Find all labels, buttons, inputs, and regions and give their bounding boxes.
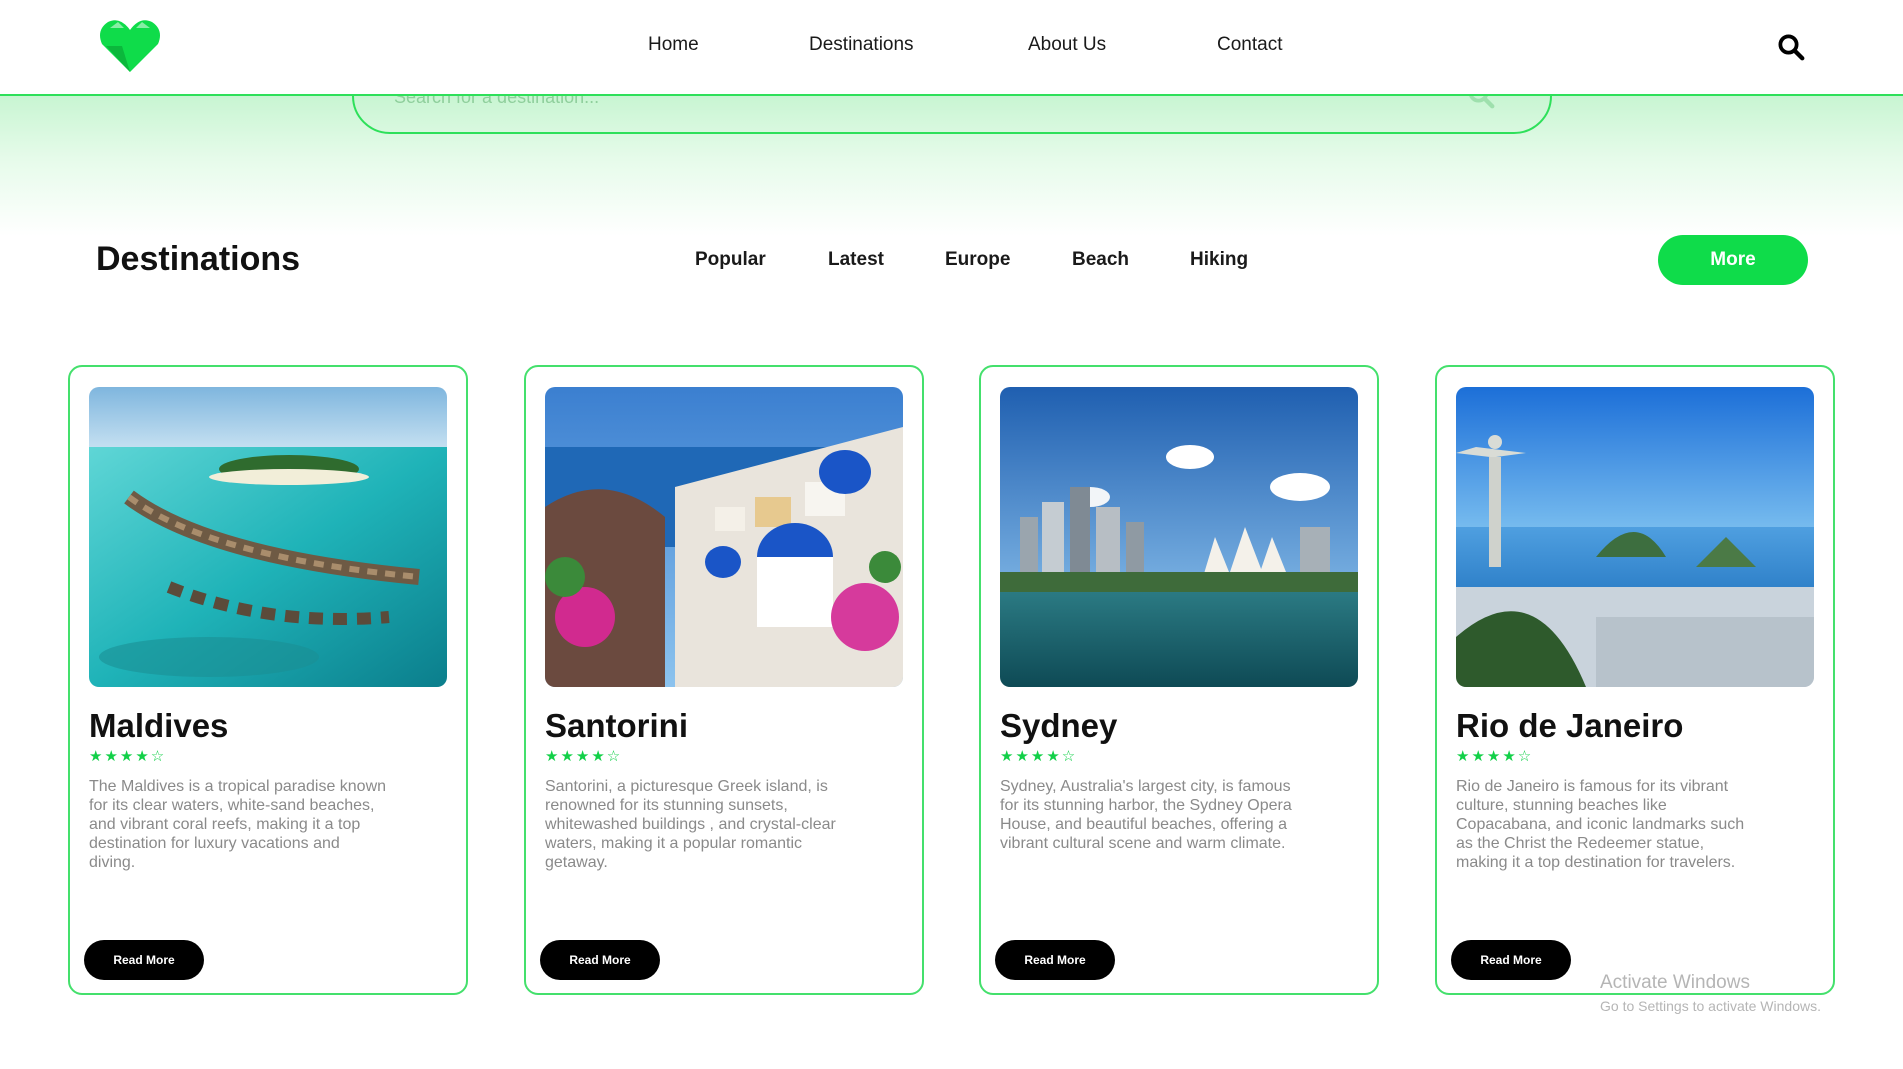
- destination-card-rio-de-janeiro: Rio de Janeiro ★★★★☆ Rio de Janeiro is f…: [1435, 365, 1835, 995]
- nav-contact[interactable]: Contact: [1217, 34, 1282, 56]
- nav-destinations[interactable]: Destinations: [809, 34, 914, 56]
- search-icon[interactable]: [1776, 32, 1806, 62]
- star-rating: ★★★★☆: [1000, 748, 1078, 765]
- filter-latest[interactable]: Latest: [828, 249, 884, 271]
- nav-about-us[interactable]: About Us: [1028, 34, 1106, 56]
- sydney-image: [1000, 387, 1358, 687]
- star-rating: ★★★★☆: [1456, 748, 1534, 765]
- card-description: Sydney, Australia's largest city, is fam…: [1000, 778, 1292, 852]
- santorini-image: [545, 387, 903, 687]
- filter-popular[interactable]: Popular: [695, 249, 766, 271]
- nav-home[interactable]: Home: [648, 34, 699, 56]
- windows-activation-watermark: Activate Windows Go to Settings to activ…: [1600, 972, 1821, 1014]
- watermark-subtitle: Go to Settings to activate Windows.: [1600, 998, 1821, 1014]
- read-more-button[interactable]: Read More: [1451, 940, 1571, 980]
- destination-card-maldives: Maldives ★★★★☆ The Maldives is a tropica…: [68, 365, 468, 995]
- card-title: Maldives: [89, 707, 229, 744]
- read-more-button[interactable]: Read More: [84, 940, 204, 980]
- main-nav: Home Destinations About Us Contact: [0, 0, 1903, 96]
- read-more-button[interactable]: Read More: [995, 940, 1115, 980]
- watermark-title: Activate Windows: [1600, 972, 1750, 993]
- star-rating: ★★★★☆: [89, 748, 167, 765]
- destination-card-sydney: Sydney ★★★★☆ Sydney, Australia's largest…: [979, 365, 1379, 995]
- filter-beach[interactable]: Beach: [1072, 249, 1129, 271]
- card-title: Santorini: [545, 707, 689, 744]
- card-description: Santorini, a picturesque Greek island, i…: [545, 778, 836, 871]
- star-rating: ★★★★☆: [545, 748, 623, 765]
- filter-hiking[interactable]: Hiking: [1190, 249, 1248, 271]
- card-description: The Maldives is a tropical paradise know…: [89, 778, 387, 871]
- destination-card-santorini: Santorini ★★★★☆ Santorini, a picturesque…: [524, 365, 924, 995]
- maldives-image: [89, 387, 447, 687]
- read-more-button[interactable]: Read More: [540, 940, 660, 980]
- card-description: Rio de Janeiro is famous for its vibrant…: [1456, 778, 1745, 871]
- card-title: Rio de Janeiro: [1456, 707, 1684, 744]
- rio-de-janeiro-image: [1456, 387, 1814, 687]
- more-button[interactable]: More: [1658, 235, 1808, 285]
- section-title: Destinations: [96, 240, 301, 278]
- filter-europe[interactable]: Europe: [945, 249, 1010, 271]
- card-title: Sydney: [1000, 707, 1118, 744]
- top-nav-bar: Home Destinations About Us Contact: [0, 0, 1903, 96]
